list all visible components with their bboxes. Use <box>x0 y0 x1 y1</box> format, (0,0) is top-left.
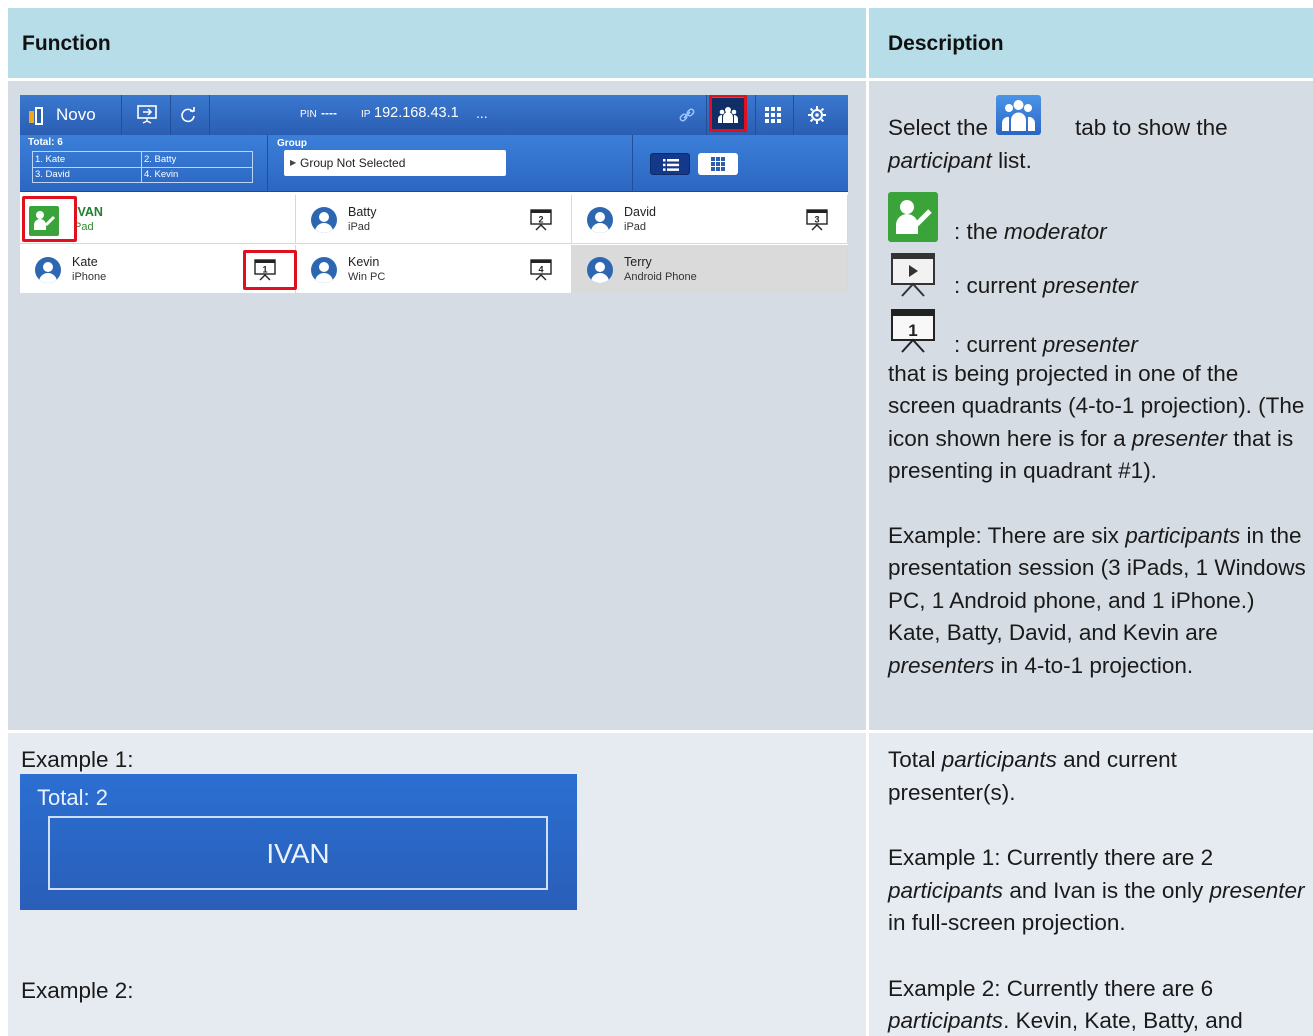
quadrant-legend-icon: 1 <box>888 306 938 354</box>
quadrant-legend-text-lead: : current presenter <box>954 331 1138 357</box>
link-icon[interactable] <box>678 106 696 124</box>
refresh-icon[interactable] <box>179 106 197 124</box>
participant-device: iPad <box>348 221 371 233</box>
participant-kevin[interactable]: Kevin Win PC 4 <box>296 245 572 293</box>
example1-label: Example 1: <box>21 747 134 772</box>
avatar <box>587 207 613 233</box>
presenter-slot-4: 4. Kevin <box>144 169 179 180</box>
more-button[interactable]: ... <box>476 105 488 121</box>
participant-terry[interactable]: Terry Android Phone <box>572 245 848 293</box>
participant-name: Terry <box>624 255 652 269</box>
participant-name: David <box>624 205 656 219</box>
example1-desc: Example 1: Currently there are 2 partici… <box>888 845 1305 935</box>
group-value: Group Not Selected <box>300 156 406 170</box>
caret-right-icon: ▶ <box>290 158 297 167</box>
presenter-legend-text: : current presenter <box>954 272 1138 298</box>
presenter-slot-1: 1. Kate <box>35 154 66 165</box>
participant-name: Batty <box>348 205 377 219</box>
app-brand: Novo <box>56 105 96 124</box>
avatar <box>311 207 337 233</box>
app-summary-bar: Total: 6 1. Kate 2. Batty 3. David 4. Ke… <box>20 135 848 192</box>
highlight-participants-tab <box>709 95 747 132</box>
presenter-grid: 1. Kate 2. Batty 3. David 4. Kevin <box>32 151 253 183</box>
participant-row: Kate iPhone 1 Kevin Win PC 4 Terry Andro… <box>20 245 848 293</box>
example2-desc: Example 2: Currently there are 6 partici… <box>888 975 1243 1034</box>
participant-batty[interactable]: Batty iPad 2 <box>296 195 572 244</box>
example-text: Example: There are six participants in t… <box>888 522 1306 678</box>
panel-total: Total: 2 <box>37 785 108 810</box>
participant-device: iPhone <box>72 271 107 283</box>
ip-label: IP <box>361 109 371 120</box>
participants-tab-icon <box>996 95 1041 135</box>
avatar <box>587 257 613 283</box>
avatar <box>35 257 61 283</box>
participant-device: iPad <box>624 221 647 233</box>
svg-text:2: 2 <box>538 215 543 225</box>
description-header-cell: Description <box>869 8 1313 78</box>
svg-text:3: 3 <box>814 215 819 225</box>
example2-label: Example 2: <box>21 978 134 1003</box>
group-label: Group <box>277 138 307 149</box>
participant-device: Win PC <box>348 271 386 283</box>
tab-text: tab to show the <box>1075 115 1228 140</box>
participant-name: Kevin <box>348 255 380 269</box>
quadrant-3-icon: 3 <box>806 209 828 231</box>
pin-value: ---- <box>321 106 337 120</box>
screen-share-icon[interactable] <box>136 104 158 124</box>
participant-row: IVAN Pad Batty iPad 2 David iPad 3 <box>20 195 848 245</box>
row1-description: Select the tab to show the participant l… <box>888 95 1306 682</box>
panel-presenter-box: IVAN <box>48 816 548 890</box>
gear-icon[interactable] <box>808 106 826 124</box>
participant-list-text: participant list. <box>888 148 1032 173</box>
avatar <box>311 257 337 283</box>
quadrant-legend-text: that is being projected in one of the sc… <box>888 360 1305 484</box>
list-icon <box>663 159 679 171</box>
total-example-panel: Total: 2 IVAN <box>20 774 577 910</box>
function-header-cell: Function <box>8 8 866 78</box>
description-header: Description <box>888 32 1004 55</box>
moderator-legend-text: : the moderator <box>954 218 1107 244</box>
total-label: Total: 6 <box>28 137 63 148</box>
presenter-slot-2: 2. Batty <box>144 154 177 165</box>
presenter-legend-icon <box>888 250 938 298</box>
grid-view-icon[interactable] <box>765 107 781 123</box>
participant-name: Kate <box>72 255 98 269</box>
quadrant-4-icon: 4 <box>530 259 552 281</box>
function-header: Function <box>22 32 111 55</box>
highlight-quadrant-1 <box>243 250 297 290</box>
participant-name: IVAN <box>74 205 103 219</box>
svg-text:1: 1 <box>908 321 917 340</box>
list-view-button[interactable] <box>650 153 690 175</box>
panel-presenter-name: IVAN <box>266 838 330 869</box>
group-selector[interactable]: ▶ Group Not Selected <box>284 150 506 176</box>
ip-value: 192.168.43.1 <box>374 105 459 121</box>
total-desc: Total participants and current presenter… <box>888 747 1177 805</box>
quadrant-2-icon: 2 <box>530 209 552 231</box>
participant-device: Android Phone <box>624 271 697 283</box>
thumbnail-view-button[interactable] <box>698 153 738 175</box>
svg-text:4: 4 <box>538 265 543 275</box>
pin-label: PIN <box>300 109 317 120</box>
row2-description: Total participants and current presenter… <box>888 744 1306 1036</box>
grid-icon <box>711 157 725 171</box>
novo-logo-icon <box>29 107 43 125</box>
select-text: Select the <box>888 115 989 140</box>
highlight-moderator <box>22 196 77 242</box>
moderator-legend-icon <box>888 191 938 242</box>
participant-david[interactable]: David iPad 3 <box>572 195 848 244</box>
participant-list-screenshot: Novo PIN ---- IP 192.168.43.1 ... Total:… <box>20 95 848 293</box>
presenter-slot-3: 3. David <box>35 169 70 180</box>
